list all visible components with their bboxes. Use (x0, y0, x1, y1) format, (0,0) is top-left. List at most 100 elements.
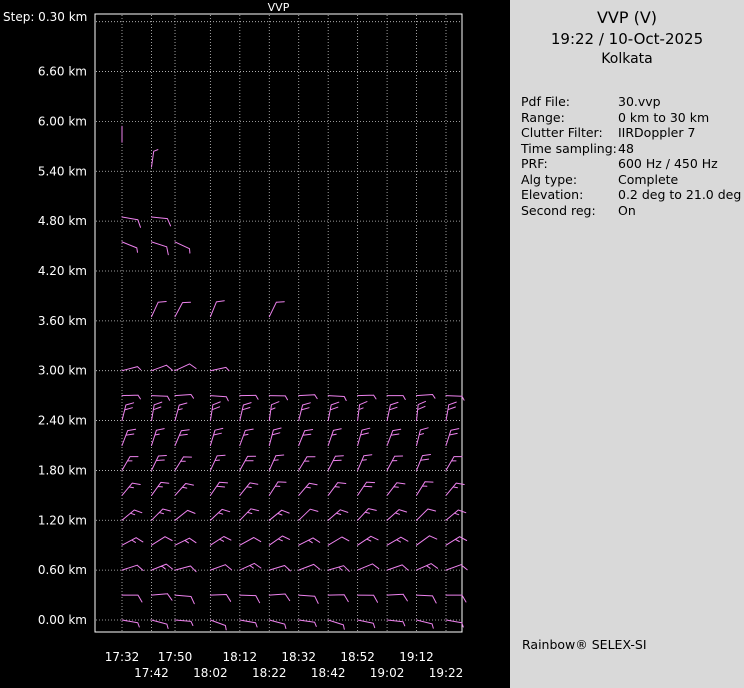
y-tick-label: 3.60 km (38, 314, 87, 328)
wind-barb (175, 395, 194, 399)
wind-barb (175, 566, 196, 572)
info-row-prf: PRF: 600 Hz / 450 Hz (521, 156, 744, 172)
wind-barb (152, 482, 169, 495)
y-tick-label: 5.40 km (38, 164, 87, 178)
wind-barb (152, 302, 167, 317)
wind-barb (417, 536, 437, 545)
wind-barb (210, 595, 230, 602)
wind-barb (240, 563, 261, 570)
x-axis-tick-labels: 17:3217:4217:5018:0218:1218:2218:3218:42… (105, 650, 464, 680)
wind-barb (387, 396, 405, 400)
wind-barb (122, 367, 141, 371)
wind-barb (269, 302, 284, 317)
wind-barb (152, 564, 173, 570)
wind-barb (358, 536, 379, 545)
wind-barb (240, 395, 258, 399)
wind-barb (358, 564, 379, 570)
wind-barb (269, 428, 281, 446)
wind-barb (328, 456, 343, 471)
wind-barb (328, 620, 344, 629)
info-row-range: Range: 0 km to 30 km (521, 110, 744, 126)
wind-barb (446, 429, 459, 446)
y-axis-tick-labels: 0.00 km0.60 km1.20 km1.80 km2.40 km3.00 … (38, 65, 87, 627)
x-tick-label: 17:32 (105, 650, 140, 664)
info-value: 48 (618, 141, 744, 157)
wind-barb (328, 510, 348, 521)
wind-barb (152, 402, 162, 421)
wind-barb (210, 537, 231, 546)
info-value: Complete (618, 172, 744, 188)
wind-barb (299, 483, 317, 495)
wind-barb (210, 455, 225, 470)
info-row-second-reg: Second reg: On (521, 203, 744, 219)
wind-barb (446, 565, 467, 570)
y-tick-label: 1.80 km (38, 463, 87, 477)
wind-barb (175, 538, 196, 545)
wind-barb (417, 428, 429, 446)
wind-barb (175, 242, 190, 253)
wind-barb (269, 402, 279, 421)
wind-barb (358, 402, 367, 421)
wind-barb (152, 429, 165, 446)
wind-barb (152, 509, 171, 520)
wind-barb (210, 482, 227, 495)
wind-barb (446, 510, 466, 520)
wind-barb (446, 396, 464, 401)
wind-barb (122, 429, 136, 445)
x-tick-label: 19:02 (370, 666, 405, 680)
y-tick-label: 1.20 km (38, 513, 87, 527)
wind-barbs (122, 126, 467, 630)
wind-barb (446, 402, 456, 421)
x-tick-label: 18:02 (193, 666, 228, 680)
wind-barb (175, 484, 194, 496)
x-tick-label: 18:12 (223, 650, 258, 664)
wind-barb (175, 403, 187, 421)
info-list: Pdf File: 30.vvp Range: 0 km to 30 km Cl… (521, 94, 744, 218)
wind-barb (358, 620, 375, 628)
x-tick-label: 18:52 (340, 650, 375, 664)
x-tick-label: 18:32 (281, 650, 316, 664)
wind-barb (358, 595, 378, 602)
wind-barb (152, 150, 158, 168)
wind-barb (358, 428, 370, 445)
y-tick-label: 4.80 km (38, 214, 87, 228)
wind-barb (175, 364, 196, 371)
y-tick-label: 0.60 km (38, 563, 87, 577)
wind-barb (122, 538, 143, 546)
wind-barb (387, 565, 408, 570)
info-label: Second reg: (521, 203, 618, 219)
wind-barb (175, 430, 189, 446)
info-label: Elevation: (521, 187, 618, 203)
wind-barb (175, 302, 191, 316)
wind-barb (240, 429, 253, 445)
wind-barb (240, 403, 251, 421)
wind-barb (122, 457, 138, 471)
wind-barb (299, 564, 320, 570)
info-row-pdf-file: Pdf File: 30.vvp (521, 94, 744, 110)
wind-barb (417, 509, 436, 520)
wind-barb (328, 566, 349, 572)
wind-barb (240, 456, 256, 470)
y-tick-label: 6.60 km (38, 65, 87, 79)
wind-barb (269, 620, 286, 629)
info-label: Pdf File: (521, 94, 618, 110)
wind-barb-chart: 0.00 km0.60 km1.20 km1.80 km2.40 km3.00 … (0, 0, 510, 688)
wind-barb (175, 595, 194, 604)
wind-barb (328, 429, 341, 446)
wind-barb (122, 620, 139, 627)
wind-barb (417, 620, 434, 628)
scan-datetime: 19:22 / 10-Oct-2025 (510, 30, 744, 48)
wind-barb (210, 367, 229, 370)
wind-barb (328, 595, 348, 602)
wind-barb (299, 595, 319, 603)
info-value: IIRDoppler 7 (618, 125, 744, 141)
wind-barb (387, 483, 405, 496)
wind-barb (210, 428, 222, 445)
wind-barb (152, 217, 171, 226)
wind-barb (358, 455, 372, 471)
wind-barb (210, 620, 226, 630)
wind-barb (358, 509, 377, 521)
y-tick-label: 4.20 km (38, 264, 87, 278)
info-value: 30.vvp (618, 94, 744, 110)
wind-barb (240, 538, 261, 546)
